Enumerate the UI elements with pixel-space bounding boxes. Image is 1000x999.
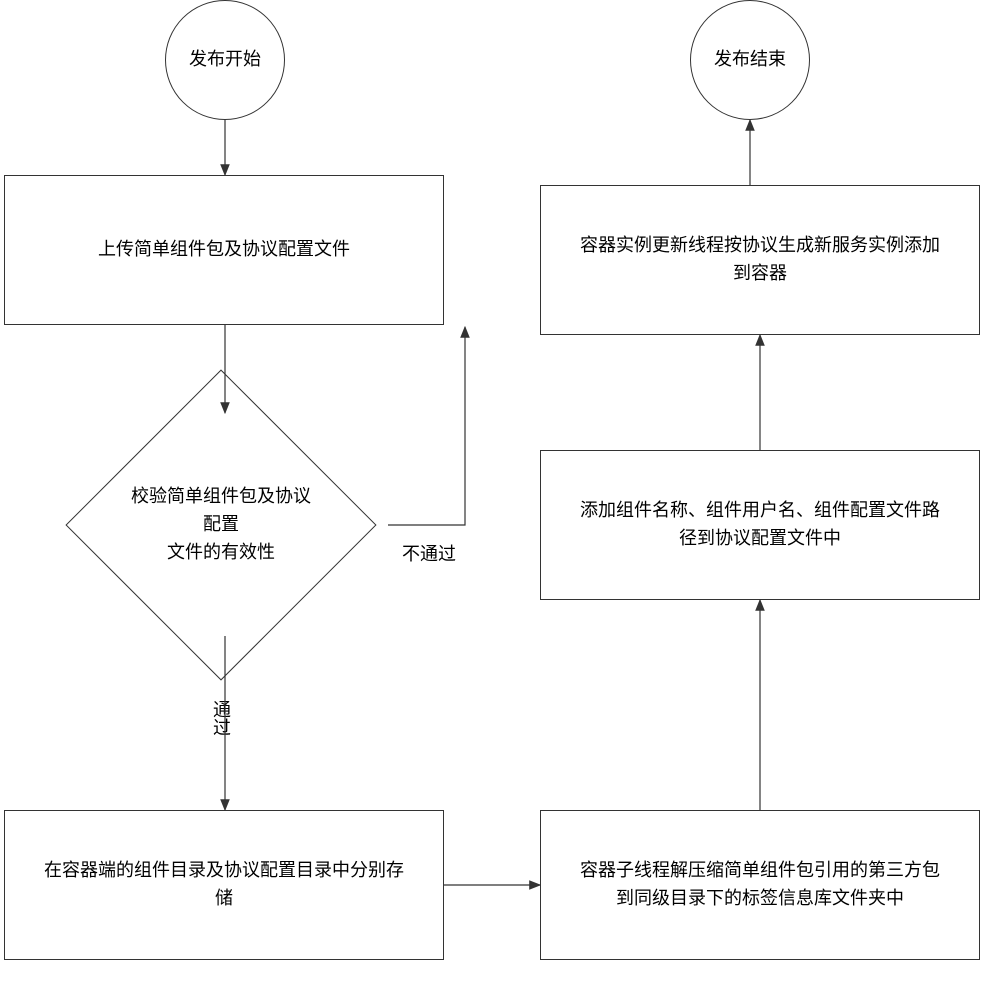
flowchart-canvas: 发布开始 发布结束 上传简单组件包及协议配置文件 校验简单组件包及协议配置 文件…: [0, 0, 1000, 999]
addconfig-label: 添加组件名称、组件用户名、组件配置文件路 径到协议配置文件中: [580, 497, 940, 553]
validate-label: 校验简单组件包及协议配置 文件的有效性: [129, 483, 313, 567]
upload-label: 上传简单组件包及协议配置文件: [98, 236, 350, 264]
end-label: 发布结束: [714, 46, 786, 74]
end-node: 发布结束: [690, 0, 810, 120]
updatethread-node: 容器实例更新线程按协议生成新服务实例添加 到容器: [540, 185, 980, 335]
extract-label: 容器子线程解压缩简单组件包引用的第三方包 到同级目录下的标签信息库文件夹中: [580, 857, 940, 913]
fail-edge-label: 不通过: [400, 540, 458, 566]
addconfig-node: 添加组件名称、组件用户名、组件配置文件路 径到协议配置文件中: [540, 450, 980, 600]
updatethread-label: 容器实例更新线程按协议生成新服务实例添加 到容器: [580, 232, 940, 288]
start-node: 发布开始: [165, 0, 285, 120]
store-label: 在容器端的组件目录及协议配置目录中分别存 储: [44, 857, 404, 913]
validate-node: 校验简单组件包及协议配置 文件的有效性: [111, 415, 331, 635]
edge-validate-fail-upload: [388, 327, 465, 525]
extract-node: 容器子线程解压缩简单组件包引用的第三方包 到同级目录下的标签信息库文件夹中: [540, 810, 980, 960]
pass-edge-label: 通过: [206, 700, 236, 736]
upload-node: 上传简单组件包及协议配置文件: [4, 175, 444, 325]
start-label: 发布开始: [189, 46, 261, 74]
store-node: 在容器端的组件目录及协议配置目录中分别存 储: [4, 810, 444, 960]
